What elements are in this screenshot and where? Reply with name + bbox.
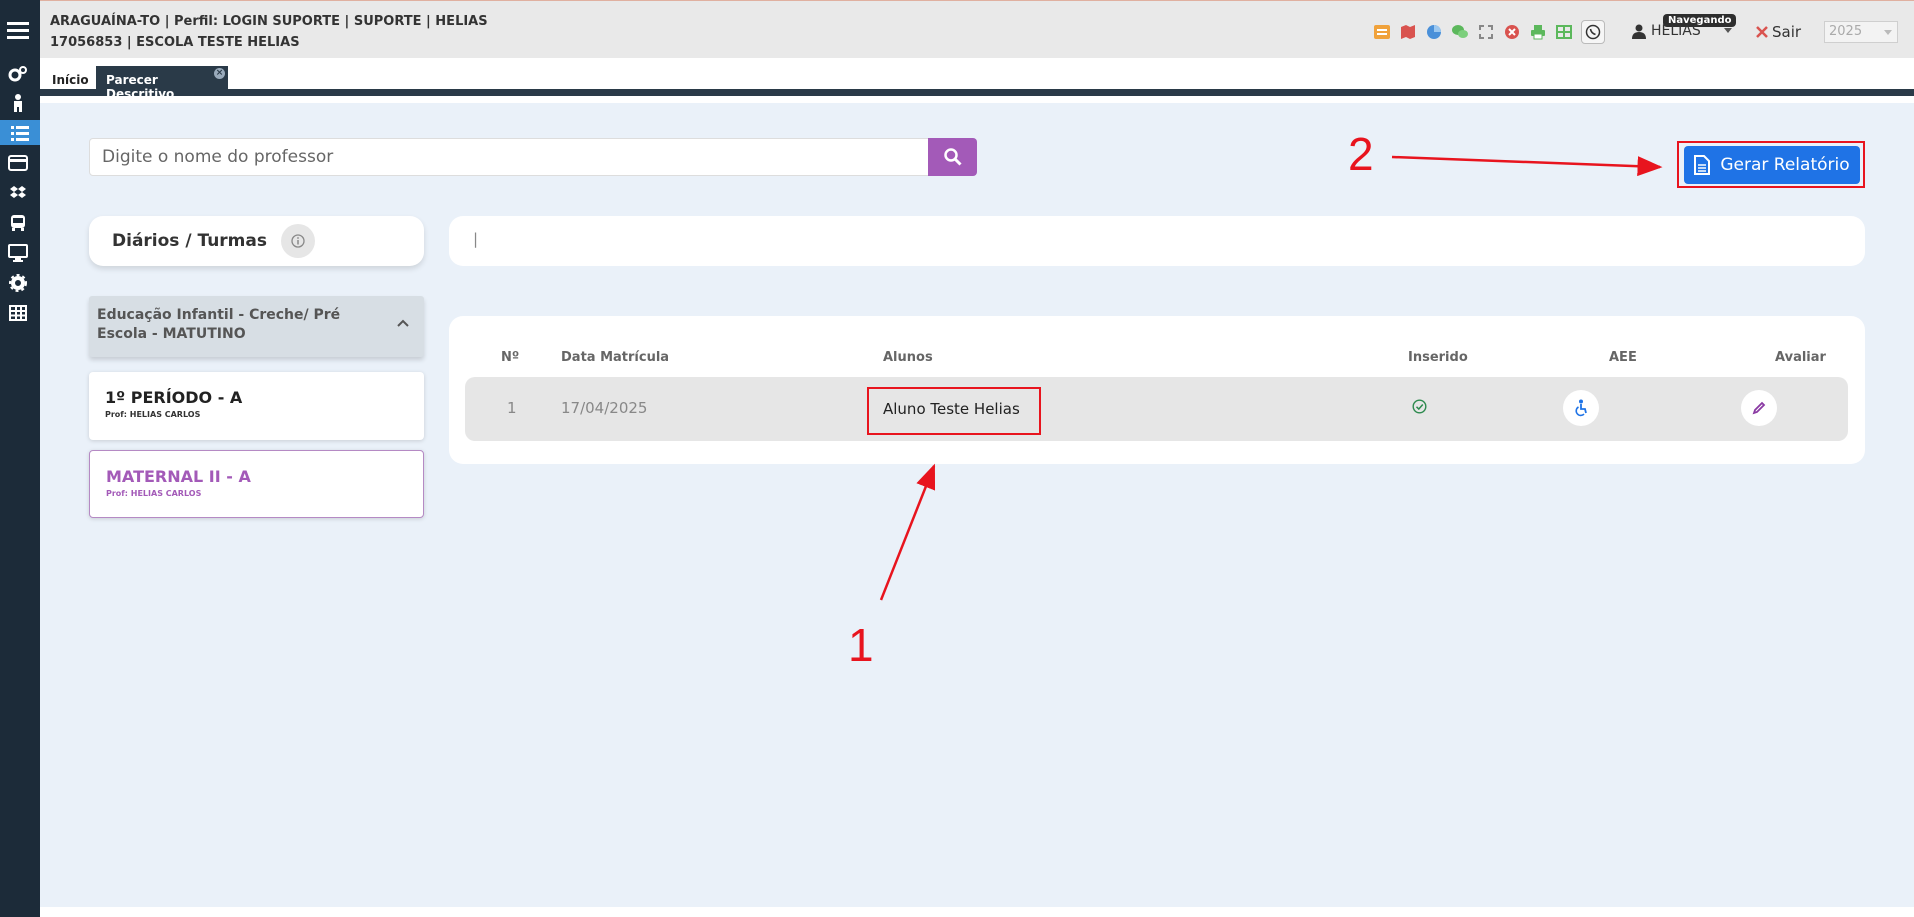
annotation-arrows xyxy=(879,155,1663,601)
annotation-label-2: 2 xyxy=(1348,128,1374,180)
annotation-label-1: 1 xyxy=(848,619,874,671)
